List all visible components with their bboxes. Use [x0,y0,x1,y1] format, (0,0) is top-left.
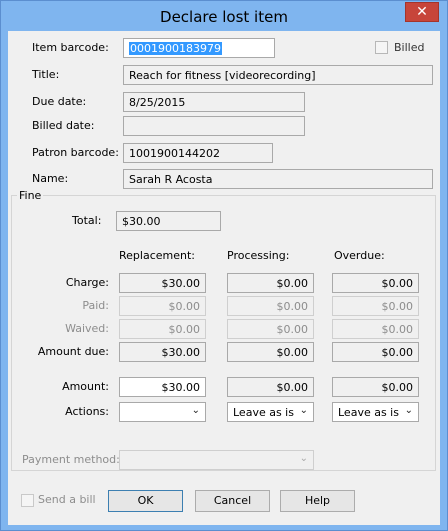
total-field: $30.00 [116,211,221,231]
billed-checkbox[interactable] [375,41,388,54]
payment-method-label: Payment method: [22,453,120,466]
actions-replacement-select[interactable]: ⌄ [119,402,206,422]
item-barcode-label: Item barcode: [32,41,109,54]
billed-date-label: Billed date: [32,119,95,132]
actions-label: Actions: [65,405,109,418]
due-date-field: 8/25/2015 [123,92,305,112]
amount-due-overdue: $0.00 [332,342,419,362]
patron-barcode-field: 1001900144202 [123,143,273,163]
dialog-client: Item barcode: 0001900183979 Billed Title… [8,31,440,525]
cancel-button[interactable]: Cancel [195,490,270,512]
column-overdue: Overdue: [334,249,385,262]
waived-label: Waived: [65,322,109,335]
paid-overdue: $0.00 [332,296,419,316]
waived-replacement: $0.00 [119,319,206,339]
charge-overdue: $0.00 [332,273,419,293]
item-barcode-value: 0001900183979 [129,42,222,55]
charge-label: Charge: [65,276,109,289]
chevron-down-icon: ⌄ [404,405,413,416]
amount-due-processing: $0.00 [227,342,314,362]
paid-replacement: $0.00 [119,296,206,316]
charge-replacement: $30.00 [119,273,206,293]
actions-processing-value: Leave as is [233,406,294,419]
chevron-down-icon: ⌄ [299,453,308,464]
column-processing: Processing: [227,249,290,262]
item-barcode-field[interactable]: 0001900183979 [123,38,275,58]
amount-overdue-field: $0.00 [332,377,419,397]
total-label: Total: [72,214,102,227]
amount-processing-field: $0.00 [227,377,314,397]
amount-replacement-input[interactable]: $30.00 [119,377,206,397]
chevron-down-icon: ⌄ [191,405,200,416]
name-label: Name: [32,172,69,185]
chevron-down-icon: ⌄ [299,405,308,416]
ok-button[interactable]: OK [108,490,183,512]
send-bill-label: Send a bill [38,493,96,506]
actions-overdue-value: Leave as is [338,406,399,419]
actions-overdue-select[interactable]: Leave as is ⌄ [332,402,419,422]
charge-processing: $0.00 [227,273,314,293]
name-field: Sarah R Acosta [123,169,433,189]
payment-method-select[interactable]: ⌄ [119,450,314,470]
dialog-window: Declare lost item ✕ Item barcode: 000190… [0,0,448,531]
amount-due-replacement: $30.00 [119,342,206,362]
waived-overdue: $0.00 [332,319,419,339]
waived-processing: $0.00 [227,319,314,339]
amount-due-label: Amount due: [37,345,109,358]
send-bill-checkbox[interactable] [21,494,34,507]
close-icon: ✕ [416,4,428,20]
title-field: Reach for fitness [videorecording] [123,65,433,85]
billed-date-field [123,116,305,136]
title-label: Title: [32,68,60,81]
patron-barcode-label: Patron barcode: [32,146,119,159]
billed-label: Billed [394,41,425,54]
help-button[interactable]: Help [280,490,355,512]
window-title: Declare lost item [160,8,288,26]
fine-group-label: Fine [17,189,44,202]
actions-processing-select[interactable]: Leave as is ⌄ [227,402,314,422]
paid-processing: $0.00 [227,296,314,316]
amount-label: Amount: [62,380,109,393]
column-replacement: Replacement: [119,249,195,262]
paid-label: Paid: [82,299,109,312]
title-bar[interactable]: Declare lost item ✕ [1,1,447,31]
close-button[interactable]: ✕ [405,2,439,22]
due-date-label: Due date: [32,95,87,108]
